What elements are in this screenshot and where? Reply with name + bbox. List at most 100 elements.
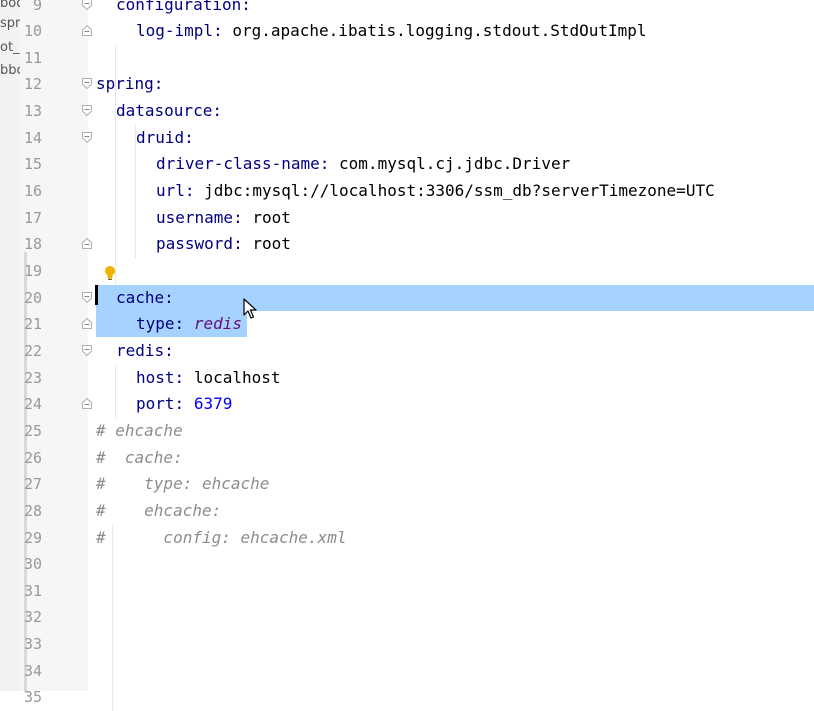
- line-number: 10: [20, 18, 42, 44]
- code-line[interactable]: 25 # ehcache: [0, 418, 814, 444]
- code-line[interactable]: 24port: 6379: [0, 391, 814, 417]
- fold-end-icon[interactable]: [82, 238, 92, 249]
- line-number: 23: [20, 365, 42, 391]
- code-line[interactable]: 21type: redis: [0, 311, 814, 337]
- code-text: redis:: [116, 338, 174, 364]
- yaml-key: log-impl:: [136, 21, 223, 40]
- yaml-comment: # type: ehcache: [96, 474, 269, 493]
- yaml-comment: # ehcache:: [96, 501, 221, 520]
- code-text: password: root: [156, 231, 291, 257]
- fold-open-icon[interactable]: [82, 78, 92, 89]
- code-line[interactable]: 28# ehcache:: [0, 498, 814, 524]
- code-text: username: root: [156, 205, 291, 231]
- yaml-key: password:: [156, 234, 243, 253]
- lightbulb-icon[interactable]: [103, 265, 117, 281]
- line-number: 16: [20, 178, 42, 204]
- code-text: url: jdbc:mysql://localhost:3306/ssm_db?…: [156, 178, 715, 204]
- line-number: 9: [20, 0, 42, 18]
- code-line[interactable]: 34: [0, 658, 814, 684]
- yaml-value: com.mysql.cj.jdbc.Driver: [339, 154, 570, 173]
- line-number: 18: [20, 231, 42, 257]
- yaml-value: root: [252, 208, 291, 227]
- line-number: 25: [20, 418, 42, 444]
- code-line[interactable]: 11: [0, 45, 814, 71]
- code-line[interactable]: 32: [0, 604, 814, 630]
- code-line[interactable]: 27 # type: ehcache: [0, 471, 814, 497]
- line-number: 13: [20, 98, 42, 124]
- code-line[interactable]: 31: [0, 578, 814, 604]
- fold-end-icon[interactable]: [82, 318, 92, 329]
- code-text: cache:: [116, 285, 174, 311]
- line-number: 29: [20, 525, 42, 551]
- yaml-value: localhost: [194, 368, 281, 387]
- fold-open-icon[interactable]: [82, 0, 92, 10]
- code-line[interactable]: 17 username: root: [0, 205, 814, 231]
- code-text: # ehcache: [96, 418, 183, 444]
- fold-open-icon[interactable]: [82, 292, 92, 303]
- yaml-key: port:: [136, 394, 184, 413]
- code-text: # type: ehcache: [96, 471, 269, 497]
- code-line[interactable]: 20 cache:: [0, 285, 814, 311]
- line-number: 26: [20, 445, 42, 471]
- line-number: 14: [20, 125, 42, 151]
- selection-highlight: [96, 285, 814, 311]
- line-number: 20: [20, 285, 42, 311]
- code-line[interactable]: 10 log-impl: org.apache.ibatis.logging.st…: [0, 18, 814, 44]
- fold-end-icon[interactable]: [82, 25, 92, 36]
- code-line[interactable]: 29 # config: ehcache.xml: [0, 525, 814, 551]
- yaml-key: druid:: [136, 128, 194, 147]
- yaml-key: configuration:: [116, 0, 251, 14]
- line-number: 17: [20, 205, 42, 231]
- yaml-value: org.apache.ibatis.logging.stdout.StdOutI…: [232, 21, 646, 40]
- line-number: 12: [20, 71, 42, 97]
- mouse-cursor-icon: [243, 298, 257, 320]
- yaml-key: datasource:: [116, 101, 222, 120]
- code-text: port: 6379: [136, 391, 232, 417]
- code-line[interactable]: 16 url: jdbc:mysql://localhost:3306/ssm_d…: [0, 178, 814, 204]
- code-line[interactable]: 33: [0, 631, 814, 657]
- code-line[interactable]: 15 driver-class-name: com.mysql.cj.jdbc.D…: [0, 151, 814, 177]
- line-number: 32: [20, 604, 42, 630]
- code-line[interactable]: 23 host: localhost: [0, 365, 814, 391]
- line-number: 15: [20, 151, 42, 177]
- code-text: log-impl: org.apache.ibatis.logging.stdo…: [136, 18, 647, 44]
- line-number: 11: [20, 45, 42, 71]
- fold-open-icon[interactable]: [82, 105, 92, 116]
- yaml-key: cache:: [116, 288, 174, 307]
- code-text: datasource:: [116, 98, 222, 124]
- fold-open-icon[interactable]: [82, 132, 92, 143]
- line-number: 33: [20, 631, 42, 657]
- yaml-key: redis:: [116, 341, 174, 360]
- line-number: 30: [20, 551, 42, 577]
- line-number: 35: [20, 684, 42, 710]
- code-line[interactable]: 12 spring:: [0, 71, 814, 97]
- code-line[interactable]: 13 datasource:: [0, 98, 814, 124]
- code-line[interactable]: 9 configuration:: [0, 0, 814, 18]
- yaml-comment: # config: ehcache.xml: [96, 528, 346, 547]
- code-text: spring:: [96, 71, 163, 97]
- yaml-value: redis: [194, 314, 242, 333]
- yaml-value: 6379: [194, 394, 233, 413]
- code-text: driver-class-name: com.mysql.cj.jdbc.Dri…: [156, 151, 570, 177]
- yaml-key: spring:: [96, 74, 163, 93]
- code-text: configuration:: [116, 0, 251, 18]
- line-number: 31: [20, 578, 42, 604]
- line-number: 22: [20, 338, 42, 364]
- yaml-key: url:: [156, 181, 195, 200]
- code-text: # cache:: [96, 445, 183, 471]
- code-text: type: redis: [136, 311, 242, 337]
- code-line[interactable]: 30: [0, 551, 814, 577]
- code-line[interactable]: 19: [0, 258, 814, 284]
- code-line[interactable]: 22 redis:: [0, 338, 814, 364]
- line-number: 27: [20, 471, 42, 497]
- code-line[interactable]: 18 password: root: [0, 231, 814, 257]
- fold-end-icon[interactable]: [82, 398, 92, 409]
- code-text: # config: ehcache.xml: [96, 525, 346, 551]
- code-line[interactable]: 14 druid:: [0, 125, 814, 151]
- yaml-comment: # ehcache: [96, 421, 183, 440]
- code-text: # ehcache:: [96, 498, 221, 524]
- code-text: host: localhost: [136, 365, 281, 391]
- fold-open-icon[interactable]: [82, 345, 92, 356]
- code-line[interactable]: 35: [0, 684, 814, 710]
- code-line[interactable]: 26 # cache:: [0, 445, 814, 471]
